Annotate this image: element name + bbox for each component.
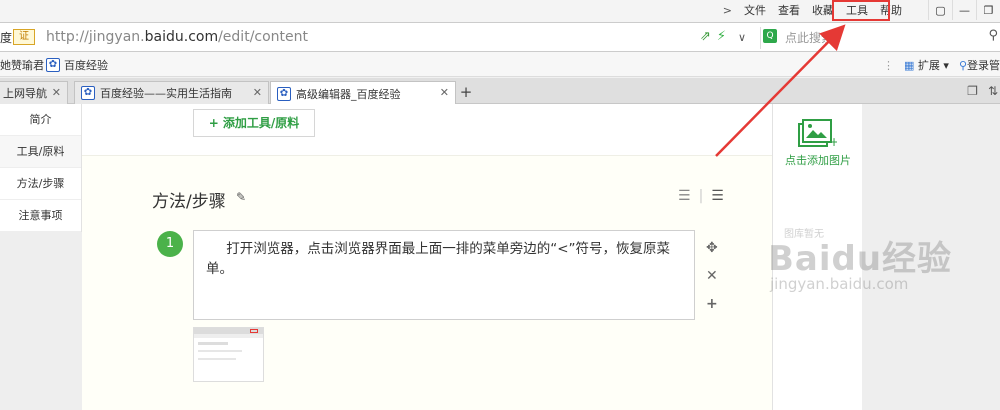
pencil-icon[interactable]: ✎ bbox=[236, 190, 246, 204]
url-host-prefix: http://jingyan. bbox=[46, 29, 145, 45]
move-icon[interactable]: ✥ bbox=[706, 240, 718, 256]
nav-item-steps[interactable]: 方法/步骤 bbox=[0, 168, 81, 200]
tab-label: 上网导航 bbox=[3, 87, 47, 100]
login-button[interactable]: ⚲登录管 bbox=[959, 57, 1000, 73]
search-box[interactable]: Q 点此搜索 ⚲ bbox=[760, 27, 1000, 49]
address-icons: ⇗ ⚡ bbox=[700, 29, 726, 44]
tab-label: 百度经验——实用生活指南 bbox=[100, 87, 232, 100]
tab-right-tools: ❐ ⇅ bbox=[967, 84, 998, 98]
tab-editor[interactable]: ✿ 高级编辑器_百度经验 ✕ bbox=[270, 81, 456, 105]
login-icon: ⚲ bbox=[958, 59, 967, 72]
nav-item-notes[interactable]: 注意事项 bbox=[0, 200, 81, 232]
unordered-list-icon[interactable]: ☰ bbox=[711, 188, 724, 204]
watermark-brand: Baidu经验 bbox=[768, 239, 953, 279]
bookmark-label: 她赞瑜君 bbox=[0, 59, 44, 72]
tab-navigation[interactable]: 上网导航 ✕ bbox=[0, 81, 68, 104]
close-icon[interactable]: ✕ bbox=[253, 86, 262, 99]
editor-panel: + 添加工具/原料 方法/步骤 ✎ ☰ | ☰ 1 打开浏览器，点击浏览器界面最… bbox=[82, 104, 772, 410]
paw-icon: ✿ bbox=[46, 58, 60, 72]
undo-icon[interactable]: ⇅ bbox=[988, 84, 998, 98]
restore-tabs-icon[interactable]: ❐ bbox=[967, 84, 978, 98]
url-path: /edit/content bbox=[218, 29, 309, 45]
add-image-icon[interactable]: + bbox=[797, 118, 837, 148]
baidu-watermark: 图库暂无 Baidu经验 jingyan.baidu.com bbox=[760, 225, 1000, 305]
section-title: 方法/步骤 bbox=[152, 192, 226, 212]
login-label: 登录管 bbox=[967, 59, 1000, 72]
step-text-editor[interactable]: 打开浏览器，点击浏览器界面最上面一排的菜单旁边的“<”符号，恢复原菜单。 bbox=[193, 230, 695, 320]
divider: | bbox=[698, 188, 704, 204]
chevron-down-icon: ▾ bbox=[943, 59, 949, 72]
search-input[interactable]: 点此搜索 bbox=[785, 29, 833, 46]
address-bar: 度 证 http://jingyan.baidu.com/edit/conten… bbox=[0, 22, 1000, 52]
lightning-icon[interactable]: ⚡ bbox=[717, 29, 726, 44]
search-engine-icon[interactable]: Q bbox=[763, 29, 777, 43]
close-icon[interactable]: ✕ bbox=[440, 86, 449, 99]
extend-icon: ▦ bbox=[904, 59, 915, 72]
menu-file[interactable]: 文件 bbox=[738, 3, 772, 19]
certificate-badge[interactable]: 证 bbox=[13, 29, 35, 45]
bookmark-label: 百度经验 bbox=[64, 59, 108, 72]
bookmark-bar: 她赞瑜君 ✿ 百度经验 ⋮ ▦ 扩展 ▾ ⚲登录管 bbox=[0, 52, 1000, 77]
tab-label: 高级编辑器_百度经验 bbox=[296, 87, 401, 101]
new-tab-button[interactable]: + bbox=[456, 82, 476, 102]
close-icon[interactable]: ✕ bbox=[706, 268, 718, 284]
menu-restore-arrow[interactable]: > bbox=[717, 3, 738, 19]
close-icon[interactable]: ✕ bbox=[52, 86, 61, 99]
list-style-icons: ☰ | ☰ bbox=[678, 188, 724, 204]
share-icon[interactable]: ⇗ bbox=[700, 29, 711, 44]
bookmark-item-baidu-jingyan[interactable]: ✿ 百度经验 bbox=[46, 57, 108, 73]
chevron-down-icon[interactable]: ∨ bbox=[738, 31, 746, 44]
nav-item-tools[interactable]: 工具/原料 bbox=[0, 136, 81, 168]
address-prefix: 度 bbox=[0, 31, 13, 45]
nav-item-intro[interactable]: 简介 bbox=[0, 104, 81, 136]
step-image-thumbnail[interactable] bbox=[193, 327, 264, 382]
restore-icon[interactable]: ❐ bbox=[976, 0, 1000, 20]
tools-highlight-box bbox=[832, 0, 890, 21]
minimize-icon[interactable]: — bbox=[952, 0, 976, 20]
menu-view[interactable]: 查看 bbox=[772, 3, 806, 19]
extend-label: 扩展 bbox=[917, 59, 940, 72]
svg-text:+: + bbox=[829, 135, 837, 148]
paw-icon: ✿ bbox=[277, 86, 291, 101]
tab-baidu-jingyan[interactable]: ✿ 百度经验——实用生活指南 ✕ bbox=[74, 81, 269, 104]
ordered-list-icon[interactable]: ☰ bbox=[678, 188, 691, 204]
left-nav: 简介 工具/原料 方法/步骤 注意事项 bbox=[0, 104, 82, 232]
skin-icon[interactable]: ▢ bbox=[928, 0, 952, 20]
window-controls: ▢ — ❐ bbox=[928, 0, 1000, 20]
step-number: 1 bbox=[157, 231, 183, 257]
add-image-label[interactable]: 点击添加图片 bbox=[773, 152, 863, 168]
extend-button[interactable]: ▦ 扩展 ▾ bbox=[904, 57, 949, 73]
bookmark-item[interactable]: 她赞瑜君 bbox=[0, 57, 44, 73]
watermark-domain: jingyan.baidu.com bbox=[770, 275, 909, 293]
url-host: baidu.com bbox=[144, 29, 219, 45]
bookmark-right-tools: ⋮ ▦ 扩展 ▾ ⚲登录管 bbox=[883, 57, 1000, 73]
search-icon[interactable]: ⚲ bbox=[988, 28, 998, 43]
tab-bar: 上网导航 ✕ ✿ 百度经验——实用生活指南 ✕ ✿ 高级编辑器_百度经验 ✕ +… bbox=[0, 78, 1000, 105]
paw-icon: ✿ bbox=[81, 86, 95, 100]
add-tool-button[interactable]: + 添加工具/原料 bbox=[193, 109, 315, 137]
step-actions: ✥ ✕ + bbox=[706, 240, 718, 312]
tools-section: + 添加工具/原料 bbox=[82, 104, 772, 156]
url-input[interactable]: http://jingyan.baidu.com/edit/content bbox=[46, 29, 308, 45]
plus-icon[interactable]: + bbox=[706, 296, 718, 312]
more-icon[interactable]: ⋮ bbox=[883, 59, 894, 72]
